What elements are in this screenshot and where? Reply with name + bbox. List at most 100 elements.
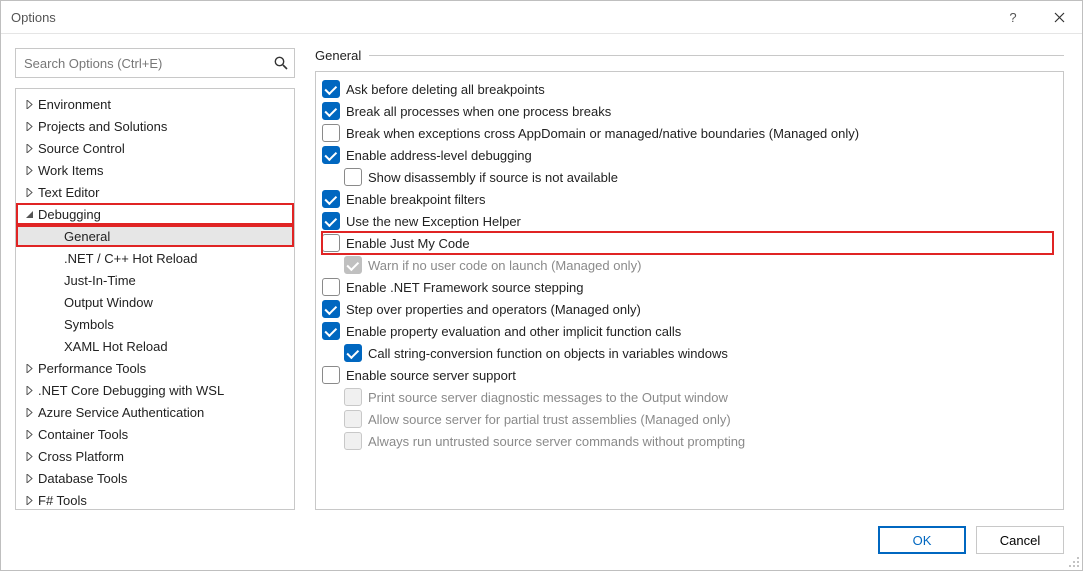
help-icon: ? <box>1009 10 1016 25</box>
option-row[interactable]: Break when exceptions cross AppDomain or… <box>322 122 1053 144</box>
tree-item[interactable]: Cross Platform <box>16 445 294 467</box>
dialog-footer: OK Cancel <box>1 510 1082 570</box>
right-column: General Ask before deleting all breakpoi… <box>315 48 1064 510</box>
tree-spacer <box>48 295 62 309</box>
help-button[interactable]: ? <box>990 1 1036 33</box>
option-row[interactable]: Break all processes when one process bre… <box>322 100 1053 122</box>
option-row[interactable]: Show disassembly if source is not availa… <box>322 166 1053 188</box>
option-label: Break all processes when one process bre… <box>346 104 611 119</box>
tree-item[interactable]: Projects and Solutions <box>16 115 294 137</box>
checkbox <box>344 410 362 428</box>
option-label: Always run untrusted source server comma… <box>368 434 745 449</box>
checkbox[interactable] <box>322 366 340 384</box>
option-row[interactable]: Call string-conversion function on objec… <box>322 342 1053 364</box>
checkbox[interactable] <box>344 344 362 362</box>
search-box[interactable] <box>15 48 295 78</box>
option-label: Show disassembly if source is not availa… <box>368 170 618 185</box>
option-row[interactable]: Enable .NET Framework source stepping <box>322 276 1053 298</box>
checkbox[interactable] <box>322 212 340 230</box>
option-label: Enable address-level debugging <box>346 148 532 163</box>
checkbox[interactable] <box>322 124 340 142</box>
chevron-right-icon[interactable] <box>22 141 36 155</box>
checkbox[interactable] <box>322 234 340 252</box>
tree-item[interactable]: Just-In-Time <box>16 269 294 291</box>
panel-heading: General <box>315 48 361 63</box>
tree-spacer <box>48 339 62 353</box>
tree-item[interactable]: Azure Service Authentication <box>16 401 294 423</box>
tree-item[interactable]: Debugging <box>16 203 294 225</box>
options-scroll[interactable]: Ask before deleting all breakpoints Break… <box>316 72 1063 509</box>
option-row[interactable]: Step over properties and operators (Mana… <box>322 298 1053 320</box>
option-row[interactable]: Enable property evaluation and other imp… <box>322 320 1053 342</box>
tree-item-label: Debugging <box>38 207 101 222</box>
window-title: Options <box>11 10 990 25</box>
checkbox[interactable] <box>322 300 340 318</box>
chevron-down-icon[interactable] <box>22 207 36 221</box>
tree-item[interactable]: Work Items <box>16 159 294 181</box>
tree-item-label: .NET Core Debugging with WSL <box>38 383 224 398</box>
checkbox[interactable] <box>322 190 340 208</box>
chevron-right-icon[interactable] <box>22 493 36 507</box>
tree-item-label: XAML Hot Reload <box>64 339 168 354</box>
chevron-right-icon[interactable] <box>22 163 36 177</box>
chevron-right-icon[interactable] <box>22 471 36 485</box>
tree-item-label: Symbols <box>64 317 114 332</box>
tree-item[interactable]: XAML Hot Reload <box>16 335 294 357</box>
tree-spacer <box>48 251 62 265</box>
tree-item[interactable]: F# Tools <box>16 489 294 509</box>
checkbox[interactable] <box>344 168 362 186</box>
tree-item[interactable]: Database Tools <box>16 467 294 489</box>
tree-item-label: Cross Platform <box>38 449 124 464</box>
close-icon <box>1054 12 1065 23</box>
option-label: Warn if no user code on launch (Managed … <box>368 258 641 273</box>
chevron-right-icon[interactable] <box>22 185 36 199</box>
chevron-right-icon[interactable] <box>22 119 36 133</box>
tree-item[interactable]: Source Control <box>16 137 294 159</box>
cancel-button[interactable]: Cancel <box>976 526 1064 554</box>
tree-item-label: .NET / C++ Hot Reload <box>64 251 197 266</box>
tree-item-label: General <box>64 229 110 244</box>
close-button[interactable] <box>1036 1 1082 33</box>
tree-item[interactable]: Container Tools <box>16 423 294 445</box>
chevron-right-icon[interactable] <box>22 383 36 397</box>
option-row[interactable]: Enable source server support <box>322 364 1053 386</box>
option-row[interactable]: Enable address-level debugging <box>322 144 1053 166</box>
tree-item-label: Environment <box>38 97 111 112</box>
search-icon[interactable] <box>268 56 294 70</box>
option-row[interactable]: Use the new Exception Helper <box>322 210 1053 232</box>
tree-item[interactable]: Output Window <box>16 291 294 313</box>
tree-item[interactable]: Text Editor <box>16 181 294 203</box>
option-label: Call string-conversion function on objec… <box>368 346 728 361</box>
tree-item[interactable]: .NET / C++ Hot Reload <box>16 247 294 269</box>
tree-item[interactable]: Symbols <box>16 313 294 335</box>
chevron-right-icon[interactable] <box>22 361 36 375</box>
tree-item[interactable]: General <box>16 225 294 247</box>
category-tree-scroll[interactable]: Environment Projects and Solutions Source … <box>16 89 294 509</box>
tree-item[interactable]: .NET Core Debugging with WSL <box>16 379 294 401</box>
checkbox[interactable] <box>322 146 340 164</box>
search-input[interactable] <box>16 56 268 71</box>
resize-grip[interactable] <box>1066 554 1080 568</box>
option-row: Always run untrusted source server comma… <box>322 430 1053 452</box>
ok-button[interactable]: OK <box>878 526 966 554</box>
option-row[interactable]: Enable Just My Code <box>322 232 1053 254</box>
checkbox[interactable] <box>322 80 340 98</box>
option-label: Enable breakpoint filters <box>346 192 485 207</box>
chevron-right-icon[interactable] <box>22 427 36 441</box>
option-row: Print source server diagnostic messages … <box>322 386 1053 408</box>
tree-item-label: Container Tools <box>38 427 128 442</box>
tree-item[interactable]: Environment <box>16 93 294 115</box>
tree-item[interactable]: Performance Tools <box>16 357 294 379</box>
tree-item-label: Source Control <box>38 141 125 156</box>
option-label: Break when exceptions cross AppDomain or… <box>346 126 859 141</box>
checkbox[interactable] <box>322 102 340 120</box>
checkbox[interactable] <box>322 322 340 340</box>
tree-item-label: Text Editor <box>38 185 99 200</box>
chevron-right-icon[interactable] <box>22 405 36 419</box>
checkbox[interactable] <box>322 278 340 296</box>
option-row[interactable]: Enable breakpoint filters <box>322 188 1053 210</box>
option-label: Enable .NET Framework source stepping <box>346 280 583 295</box>
chevron-right-icon[interactable] <box>22 97 36 111</box>
option-row[interactable]: Ask before deleting all breakpoints <box>322 78 1053 100</box>
chevron-right-icon[interactable] <box>22 449 36 463</box>
